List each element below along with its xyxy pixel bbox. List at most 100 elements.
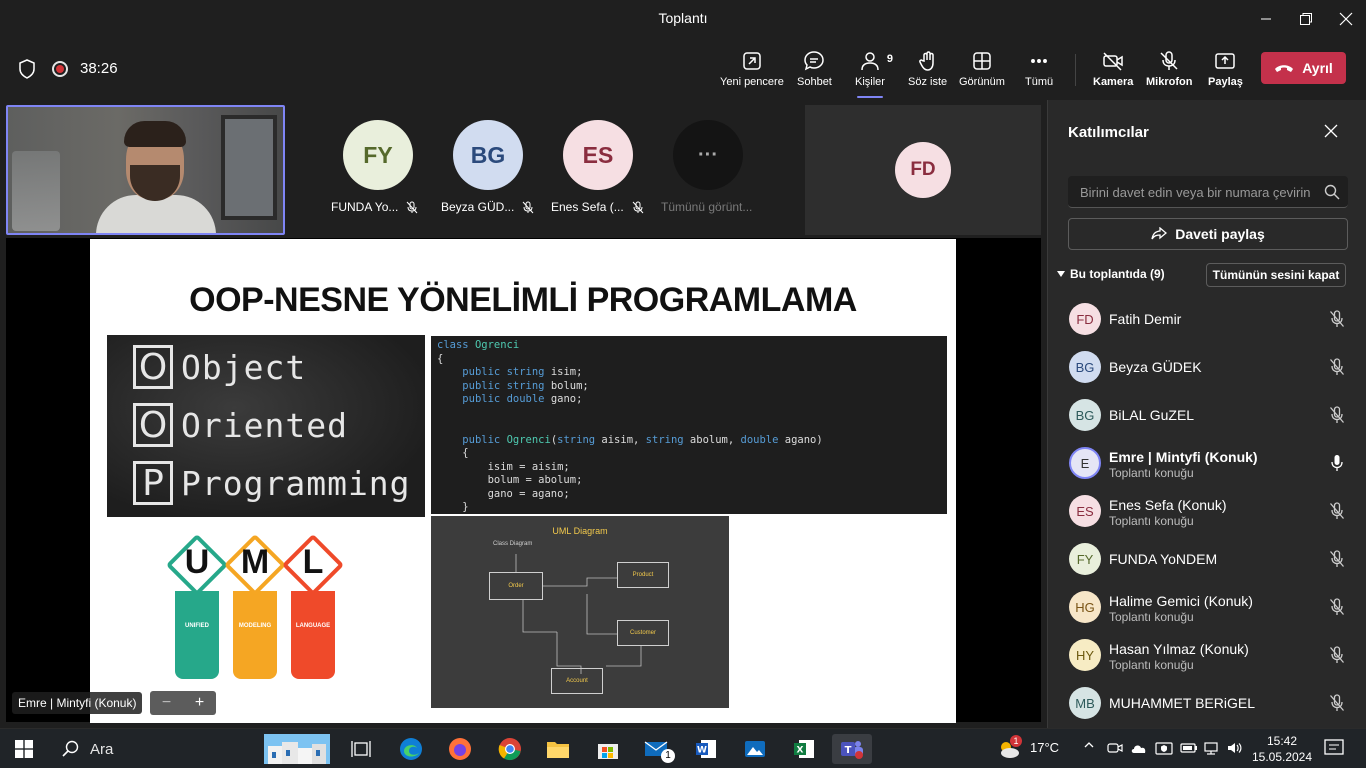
taskbar-search[interactable]: Ara bbox=[48, 733, 258, 765]
microphone-button[interactable]: Mikrofon bbox=[1146, 50, 1192, 94]
store-icon bbox=[598, 744, 618, 759]
leave-label: Ayrıl bbox=[1302, 60, 1333, 76]
participant-row[interactable]: HY Hasan Yılmaz (Konuk) Toplantı konuğu bbox=[1048, 635, 1366, 683]
chevron-up-icon[interactable] bbox=[1083, 739, 1095, 754]
share-button[interactable]: Paylaş bbox=[1208, 50, 1243, 94]
new-window-button[interactable]: Yeni pencere bbox=[720, 50, 784, 94]
share-label: Paylaş bbox=[1208, 76, 1243, 88]
avatar: HG bbox=[1069, 591, 1101, 623]
chrome-icon bbox=[498, 738, 521, 761]
participant-tile-bg[interactable]: BG bbox=[453, 120, 523, 190]
leave-button[interactable]: Ayrıl bbox=[1261, 52, 1346, 84]
minimize-button[interactable] bbox=[1251, 6, 1281, 32]
participant-row[interactable]: FD Fatih Demir bbox=[1048, 299, 1366, 347]
shield-icon[interactable] bbox=[18, 59, 36, 79]
excel-taskbar-button[interactable]: X bbox=[790, 735, 818, 763]
zoom-in-button[interactable]: + bbox=[195, 694, 204, 712]
participant-row[interactable]: BG BiLAL GuZEL bbox=[1048, 395, 1366, 443]
participant-row[interactable]: FY FUNDA YoNDEM bbox=[1048, 539, 1366, 587]
participant-row[interactable]: ES Enes Sefa (Konuk) Toplantı konuğu bbox=[1048, 491, 1366, 539]
participant-row[interactable]: BG Beyza GÜDEK bbox=[1048, 347, 1366, 395]
hang-up-icon bbox=[1275, 65, 1294, 72]
teams-icon: T bbox=[841, 741, 863, 759]
edge-taskbar-button[interactable] bbox=[397, 735, 425, 763]
mute-all-button[interactable]: Tümünün sesini kapat bbox=[1206, 263, 1346, 287]
taskbar-clock[interactable]: 15:42 15.05.2024 bbox=[1250, 733, 1314, 765]
weather-temperature: 17°C bbox=[1030, 740, 1060, 755]
people-count: 9 bbox=[886, 53, 893, 65]
chalkboard-image: O Object O Oriented P Programming bbox=[107, 335, 425, 517]
avatar: MB bbox=[1069, 687, 1101, 719]
file-explorer-taskbar-button[interactable] bbox=[544, 735, 572, 763]
avatar: BG bbox=[453, 120, 523, 190]
participant-mic-status[interactable] bbox=[1329, 310, 1345, 333]
view-label: Görünüm bbox=[959, 76, 1005, 88]
view-all-link[interactable]: Tümünü görünt... bbox=[661, 200, 752, 214]
in-meeting-section-toggle[interactable]: Bu toplantıda (9) bbox=[1056, 267, 1165, 281]
volume-icon[interactable] bbox=[1226, 740, 1244, 756]
store-taskbar-button[interactable] bbox=[594, 735, 622, 763]
zoom-out-button[interactable]: − bbox=[162, 694, 171, 712]
network-icon[interactable] bbox=[1203, 740, 1221, 756]
participant-mic-status[interactable] bbox=[1329, 694, 1345, 717]
start-button[interactable] bbox=[10, 735, 38, 763]
people-button[interactable]: 9 Kişiler bbox=[855, 50, 893, 98]
mic-off-icon bbox=[1330, 598, 1344, 615]
maximize-button[interactable] bbox=[1291, 6, 1321, 32]
search-icon bbox=[1324, 184, 1340, 200]
code-lines: { public string isim; public string bolu… bbox=[437, 353, 941, 515]
taskbar-widget-image[interactable] bbox=[262, 734, 332, 764]
chat-button[interactable]: Sohbet bbox=[797, 50, 832, 94]
security-icon[interactable] bbox=[1155, 740, 1173, 756]
chrome-taskbar-button[interactable] bbox=[496, 735, 524, 763]
participant-tile-fd[interactable]: FD bbox=[805, 105, 1041, 235]
invite-input[interactable]: Birini davet edin veya bir numara çeviri… bbox=[1068, 176, 1348, 208]
raise-hand-button[interactable]: Söz iste bbox=[908, 50, 947, 94]
weather-widget[interactable]: 1 bbox=[996, 735, 1022, 763]
close-window-button[interactable] bbox=[1331, 6, 1361, 32]
camera-button[interactable]: Kamera bbox=[1093, 50, 1133, 94]
teams-taskbar-button[interactable]: T bbox=[832, 734, 872, 764]
participant-mic-status[interactable] bbox=[1329, 406, 1345, 429]
word-taskbar-button[interactable]: W bbox=[692, 735, 720, 763]
mail-taskbar-button[interactable]: 1 bbox=[643, 735, 675, 763]
presenter-video-tile[interactable] bbox=[6, 105, 285, 235]
people-label: Kişiler bbox=[855, 76, 885, 88]
more-button[interactable]: Tümü bbox=[1025, 50, 1053, 94]
slide-title: OOP-NESNE YÖNELİMLİ PROGRAMLAMA bbox=[189, 281, 857, 319]
participant-tile-fy[interactable]: FY bbox=[343, 120, 413, 190]
participant-mic-status[interactable] bbox=[1329, 358, 1345, 381]
onedrive-cloud-icon[interactable] bbox=[1130, 740, 1148, 756]
participant-tile-es[interactable]: ES bbox=[563, 120, 633, 190]
participant-mic-status[interactable] bbox=[1329, 646, 1345, 669]
mic-off-icon bbox=[1330, 694, 1344, 711]
close-icon[interactable] bbox=[1324, 124, 1338, 138]
restore-icon bbox=[1300, 13, 1312, 25]
view-all-participants-tile[interactable]: ··· bbox=[673, 120, 743, 190]
avatar: E bbox=[1069, 447, 1101, 479]
chalk-row: O Object bbox=[133, 345, 306, 389]
task-view-button[interactable] bbox=[347, 735, 375, 763]
share-invite-button[interactable]: Daveti paylaş bbox=[1068, 218, 1348, 250]
raise-hand-label: Söz iste bbox=[908, 76, 948, 88]
participant-name: MUHAMMET BERiGEL bbox=[1109, 695, 1255, 711]
word-icon: W bbox=[696, 740, 716, 758]
edge-icon bbox=[400, 738, 422, 760]
participant-name: Emre | Mintyfi (Konuk) bbox=[1109, 449, 1258, 465]
participant-mic-status[interactable] bbox=[1329, 598, 1345, 621]
photos-taskbar-button[interactable] bbox=[741, 735, 769, 763]
firefox-taskbar-button[interactable] bbox=[446, 735, 474, 763]
participant-mic-status[interactable] bbox=[1329, 550, 1345, 573]
participant-row[interactable]: E Emre | Mintyfi (Konuk) Toplantı konuğu bbox=[1048, 443, 1366, 491]
chevron-down-icon bbox=[1057, 271, 1065, 277]
view-button[interactable]: Görünüm bbox=[959, 50, 1005, 94]
participant-mic-status[interactable] bbox=[1329, 502, 1345, 525]
participant-row[interactable]: HG Halime Gemici (Konuk) Toplantı konuğu bbox=[1048, 587, 1366, 635]
meet-now-icon[interactable] bbox=[1107, 740, 1123, 756]
participant-mic-status[interactable] bbox=[1329, 454, 1345, 477]
participant-row[interactable]: MB MUHAMMET BERiGEL bbox=[1048, 683, 1366, 731]
participant-role: Toplantı konuğu bbox=[1109, 610, 1194, 624]
notifications-icon[interactable] bbox=[1324, 739, 1344, 757]
mic-off-icon bbox=[1330, 358, 1344, 375]
battery-icon[interactable] bbox=[1180, 740, 1198, 756]
